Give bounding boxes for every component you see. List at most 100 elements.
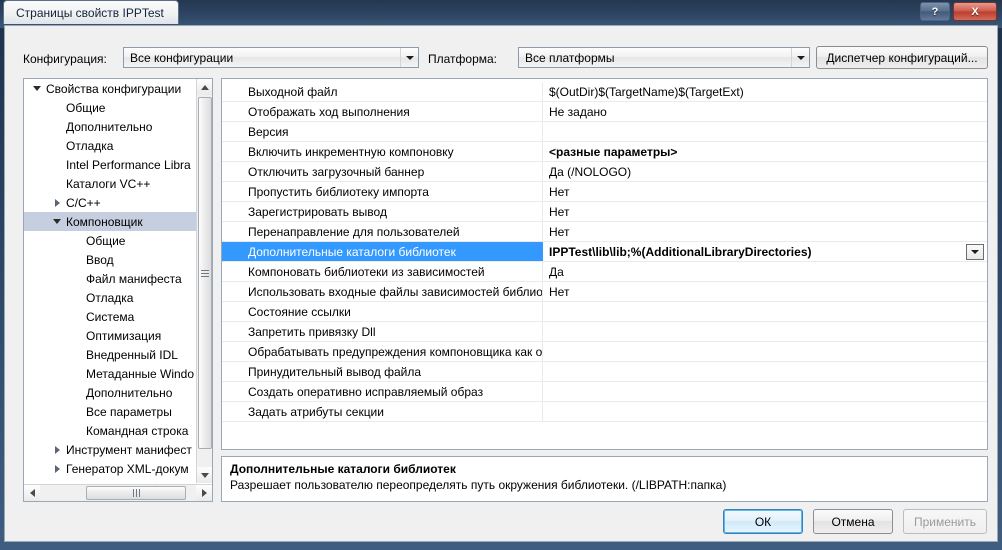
tree-item-label: Генератор XML-докум <box>66 461 189 476</box>
property-row[interactable]: Пропустить библиотеку импорта Нет <box>222 182 987 202</box>
tree-item[interactable]: Внедренный IDL <box>24 345 196 364</box>
property-row[interactable]: Дополнительные каталоги библиотек IPPTest… <box>222 242 987 262</box>
property-editor-dropdown-button[interactable] <box>966 244 984 260</box>
configuration-label: Конфигурация: <box>23 52 107 66</box>
property-row[interactable]: Отображать ход выполнения Не задано <box>222 102 987 122</box>
configuration-combobox[interactable]: Все конфигурации <box>123 47 419 68</box>
property-row[interactable]: Состояние ссылки <box>222 302 987 322</box>
property-pages-window: Страницы свойств IPPTest ? X Конфигураци… <box>0 0 1002 550</box>
property-name: Запретить привязку Dll <box>222 322 543 341</box>
property-name: Компоновать библиотеки из зависимостей <box>222 262 543 281</box>
tree-item[interactable]: Дополнительно <box>24 383 196 402</box>
property-value: Нет <box>549 224 570 239</box>
property-row[interactable]: Перенаправление для пользователей Нет <box>222 222 987 242</box>
property-row[interactable]: Включить инкрементную компоновку <разные … <box>222 142 987 162</box>
property-name: Перенаправление для пользователей <box>222 222 543 241</box>
scroll-right-icon[interactable] <box>196 485 212 501</box>
chevron-right-icon[interactable] <box>50 198 64 207</box>
property-name: Отображать ход выполнения <box>222 102 543 121</box>
property-value <box>543 322 987 341</box>
property-name: Обрабатывать предупреждения компоновщика… <box>222 342 543 361</box>
tree-item-label: Командная строка <box>86 423 189 438</box>
description-body: Разрешает пользователю переопределять пу… <box>230 478 727 492</box>
configuration-tree-panel: Свойства конфигурации Общие Дополнительно О… <box>23 78 213 502</box>
tree-item[interactable]: Ввод <box>24 250 196 269</box>
property-row[interactable]: Зарегистрировать вывод Нет <box>222 202 987 222</box>
property-value: Нет <box>549 204 570 219</box>
tree-item[interactable]: Отладка <box>24 136 196 155</box>
property-value-editor[interactable]: IPPTest\lib\lib;%(AdditionalLibraryDirec… <box>543 242 987 261</box>
tree-item[interactable]: Дополнительно <box>24 117 196 136</box>
property-row[interactable]: Принудительный вывод файла <box>222 362 987 382</box>
chevron-right-icon[interactable] <box>50 464 64 473</box>
tree-item[interactable]: C/C++ <box>24 193 196 212</box>
scroll-down-icon[interactable] <box>197 467 212 483</box>
property-row[interactable]: Отключить загрузочный баннер Да (/NOLOGO) <box>222 162 987 182</box>
tree-item[interactable]: Общие <box>24 231 196 250</box>
tree-item[interactable]: Каталоги VC++ <box>24 174 196 193</box>
tree-item[interactable]: Метаданные Windo <box>24 364 196 383</box>
tree-item-label: Все параметры <box>86 404 172 419</box>
platform-combobox[interactable]: Все платформы <box>518 47 810 68</box>
tree-item[interactable]: Оптимизация <box>24 326 196 345</box>
property-value: Нет <box>549 184 570 199</box>
tree-item[interactable]: Общие <box>24 98 196 117</box>
property-name: Создать оперативно исправляемый образ <box>222 382 543 401</box>
platform-label: Платформа: <box>428 52 498 66</box>
property-row[interactable]: Выходной файл $(OutDir)$(TargetName)$(Tar… <box>222 82 987 102</box>
configuration-manager-button[interactable]: Диспетчер конфигураций... <box>816 46 988 69</box>
tree-horizontal-scrollbar[interactable] <box>24 484 212 501</box>
property-row[interactable]: Задать атрибуты секции <box>222 402 987 422</box>
tree-item[interactable]: Информация об исход <box>24 478 196 484</box>
description-title: Дополнительные каталоги библиотек <box>230 462 456 476</box>
ok-button[interactable]: ОК <box>723 509 803 534</box>
window-title: Страницы свойств IPPTest <box>16 5 164 20</box>
tree-item[interactable]: Отладка <box>24 288 196 307</box>
tree-item-label: Дополнительно <box>86 385 173 400</box>
property-row[interactable]: Создать оперативно исправляемый образ <box>222 382 987 402</box>
property-row[interactable]: Запретить привязку Dll <box>222 322 987 342</box>
tree-item[interactable]: Файл манифеста <box>24 269 196 288</box>
dialog-client-area: Конфигурация: Все конфигурации Платформа… <box>4 25 998 542</box>
cancel-button[interactable]: Отмена <box>813 509 893 534</box>
property-row[interactable]: Обрабатывать предупреждения компоновщика… <box>222 342 987 362</box>
tree-item[interactable]: Система <box>24 307 196 326</box>
property-name: Версия <box>222 122 543 141</box>
property-name: Дополнительные каталоги библиотек <box>222 242 543 261</box>
chevron-right-icon[interactable] <box>50 445 64 454</box>
chevron-down-icon[interactable] <box>30 86 44 91</box>
scroll-left-icon[interactable] <box>24 485 40 501</box>
tree-item-label: Свойства конфигурации <box>46 81 182 96</box>
configuration-tree[interactable]: Свойства конфигурации Общие Дополнительно О… <box>24 79 196 483</box>
chevron-down-icon[interactable] <box>400 48 418 67</box>
tree-item[interactable]: Все параметры <box>24 402 196 421</box>
property-row[interactable]: Версия <box>222 122 987 142</box>
tree-item-label: Ввод <box>86 252 114 267</box>
help-button[interactable]: ? <box>920 2 950 21</box>
tree-item[interactable]: Компоновщик <box>24 212 196 231</box>
chevron-down-icon <box>971 250 979 254</box>
scroll-up-icon[interactable] <box>197 79 212 95</box>
tree-horizontal-scrollbar-thumb[interactable] <box>86 486 186 500</box>
chevron-down-icon[interactable] <box>50 219 64 224</box>
tree-item[interactable]: Intel Performance Libra <box>24 155 196 174</box>
tree-vertical-scrollbar-thumb[interactable] <box>198 97 212 449</box>
tree-vertical-scrollbar[interactable] <box>196 79 212 483</box>
tree-item[interactable]: Командная строка <box>24 421 196 440</box>
property-grid[interactable]: Выходной файл $(OutDir)$(TargetName)$(Tar… <box>222 82 987 422</box>
tree-item[interactable]: Инструмент манифест <box>24 440 196 459</box>
chevron-down-icon[interactable] <box>791 48 809 67</box>
property-name: Включить инкрементную компоновку <box>222 142 543 161</box>
property-row[interactable]: Использовать входные файлы зависимостей … <box>222 282 987 302</box>
property-row[interactable]: Компоновать библиотеки из зависимостей Да <box>222 262 987 282</box>
property-value: $(OutDir)$(TargetName)$(TargetExt) <box>549 84 744 99</box>
apply-button[interactable]: Применить <box>903 509 987 534</box>
close-button[interactable]: X <box>953 2 997 21</box>
tree-item-label: Информация об исход <box>64 481 192 484</box>
property-value: Да (/NOLOGO) <box>549 164 632 179</box>
tree-item-label: C/C++ <box>66 195 101 210</box>
tree-item-label: Система <box>86 309 135 324</box>
tree-item[interactable]: Генератор XML-докум <box>24 459 196 478</box>
tree-item[interactable]: Свойства конфигурации <box>24 79 196 98</box>
property-value: <разные параметры> <box>549 144 678 159</box>
